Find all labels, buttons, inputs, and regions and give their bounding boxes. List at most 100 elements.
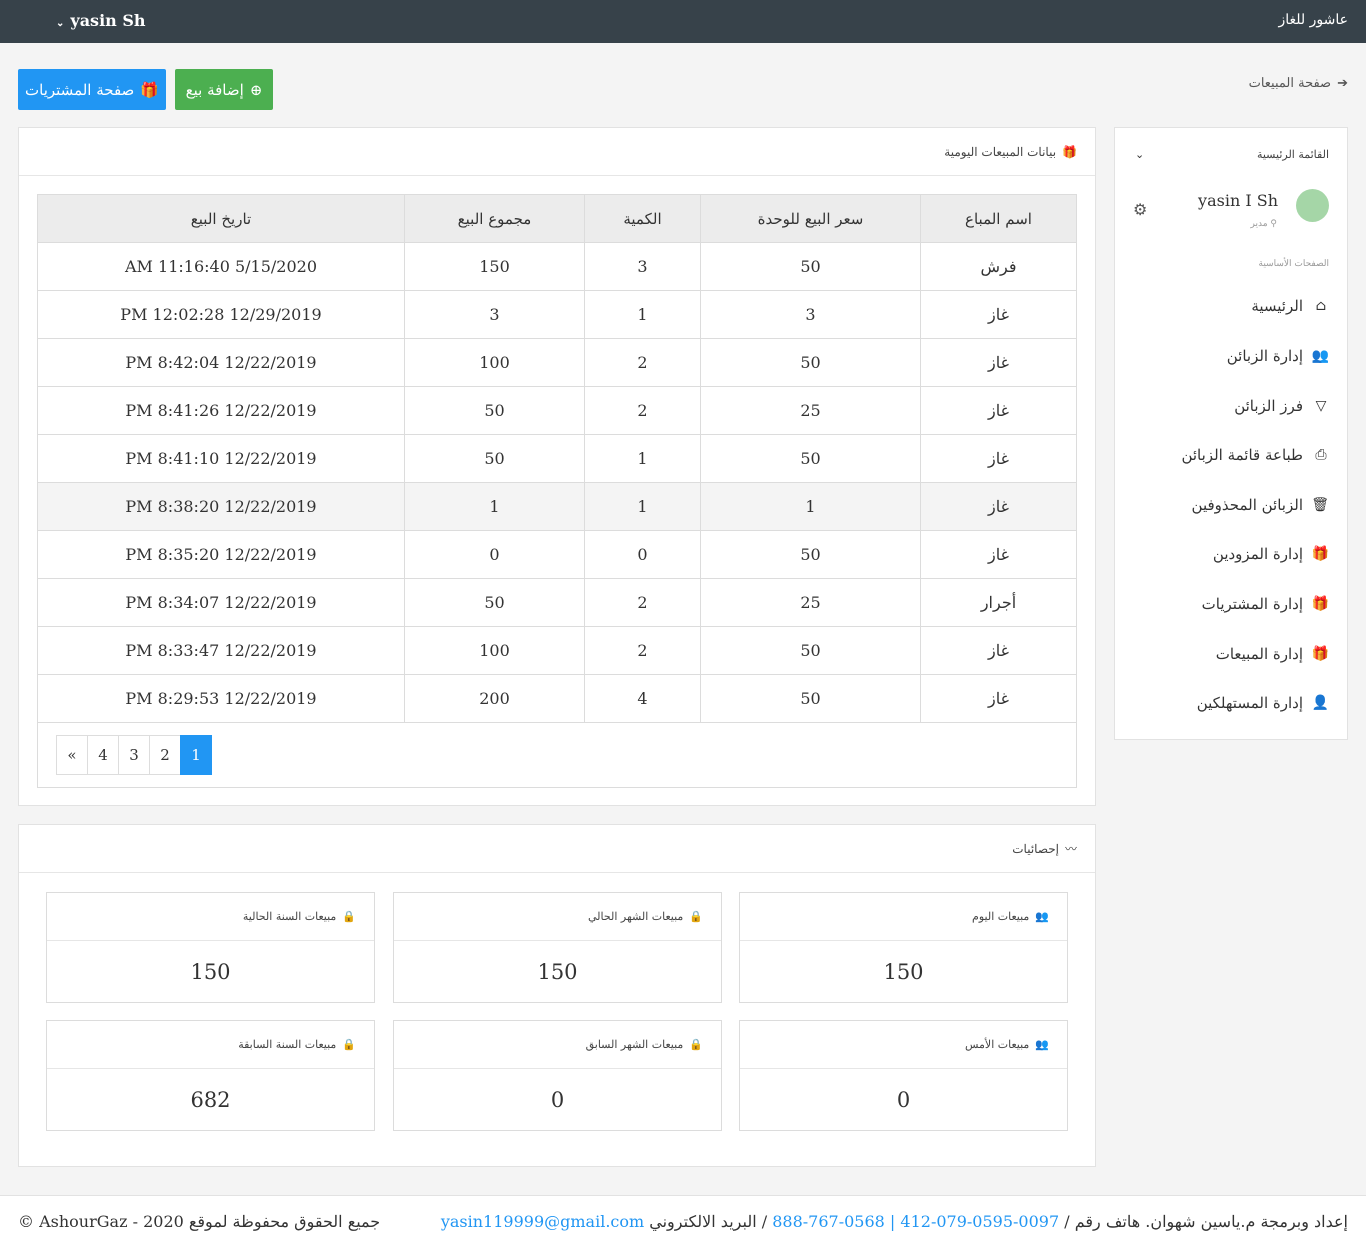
table-row: غاز 50 2 100 PM 8:42:04 12/22/2019 (37, 338, 1077, 387)
stat-card-header: 🔒 مبيعات السنة الحالية (47, 893, 374, 941)
stat-label: مبيعات الشهر الحالي (588, 910, 684, 923)
sidebar-item-home[interactable]: ⌂ الرئيسية (1129, 291, 1329, 321)
chevron-down-icon[interactable]: ⌄ (1135, 148, 1144, 161)
table-cell: 50 (700, 674, 921, 723)
pager-page-4[interactable]: 4 (87, 735, 119, 775)
table-cell: 4 (584, 674, 701, 723)
sales-table: اسم المباع سعر البيع للوحدة الكمية مجموع… (37, 194, 1077, 723)
table-cell: 1 (584, 290, 701, 339)
pager-page-1[interactable]: 1 (180, 735, 212, 775)
table-cell: غاز (920, 530, 1077, 579)
table-cell: 2 (584, 578, 701, 627)
pager-page-3[interactable]: 3 (118, 735, 150, 775)
sidebar-item-label: الزبائن المحذوفين (1191, 496, 1303, 514)
sidebar-item-purchases[interactable]: 🎁 إدارة المشتريات (1129, 589, 1329, 619)
stat-card-previous-year: 🔒 مبيعات السنة السابقة 682 (46, 1020, 375, 1131)
gift-icon: 🎁 (1311, 546, 1329, 562)
table-cell: 50 (700, 530, 921, 579)
table-cell: 150 (404, 242, 585, 291)
gear-icon[interactable]: ⚙ (1133, 200, 1147, 219)
stat-value: 682 (190, 1088, 231, 1112)
sidebar-user-name: yasin I Sh (1198, 191, 1278, 210)
user-icon: 👤 (1311, 695, 1329, 711)
table-cell: PM 8:41:26 12/22/2019 (37, 386, 405, 435)
stat-value: 0 (896, 1088, 911, 1112)
users-icon: 👥 (1311, 348, 1329, 364)
table-cell: 50 (700, 242, 921, 291)
stat-card-header: 👥 مبيعات اليوم (740, 893, 1067, 941)
top-bar: عاشور للغاز ⌄ yasin Sh (0, 0, 1366, 43)
column-header[interactable]: تاريخ البيع (37, 194, 405, 243)
pager-page-2[interactable]: 2 (149, 735, 181, 775)
table-cell: 200 (404, 674, 585, 723)
print-icon: ⎙ (1315, 447, 1327, 463)
table-row: فرش 50 3 150 AM 11:16:40 5/15/2020 (37, 242, 1077, 291)
home-icon: ⌂ (1315, 298, 1327, 314)
table-cell: 3 (404, 290, 585, 339)
purchases-page-button[interactable]: 🎁 صفحة المشتريات (18, 69, 166, 110)
table-cell: 2 (584, 338, 701, 387)
sidebar-item-label: إدارة المستهلكين (1196, 694, 1303, 712)
brand-title: عاشور للغاز (1278, 12, 1348, 28)
gift-icon: 🎁 (1062, 144, 1077, 159)
table-cell: 0 (584, 530, 701, 579)
table-row: غاز 3 1 3 PM 12:02:28 12/29/2019 (37, 290, 1077, 339)
table-cell: 50 (404, 386, 585, 435)
pager-prev[interactable]: « (56, 735, 88, 775)
table-cell: 25 (700, 578, 921, 627)
sidebar-item-sort-customers[interactable]: ▽ فرز الزبائن (1129, 391, 1329, 421)
email-link[interactable]: yasin119999@gmail.com (441, 1212, 644, 1231)
table-cell: غاز (920, 434, 1077, 483)
role-text: مدير (1250, 219, 1268, 229)
user-name: yasin Sh (70, 11, 146, 30)
sidebar-item-label: فرز الزبائن (1234, 397, 1303, 415)
sidebar-item-label: إدارة المبيعات (1215, 645, 1303, 663)
sidebar-item-label: إدارة المزودين (1212, 545, 1303, 563)
column-header[interactable]: اسم المباع (920, 194, 1077, 243)
stat-card-header: 👥 مبيعات الأمس (740, 1021, 1067, 1069)
table-cell: غاز (920, 386, 1077, 435)
pagination: « 4 3 2 1 (56, 735, 212, 775)
table-cell: أجرار (920, 578, 1077, 627)
column-header[interactable]: مجموع البيع (404, 194, 585, 243)
sidebar-item-customers[interactable]: 👥 إدارة الزبائن (1129, 341, 1329, 371)
footer: إعداد وبرمجة م.ياسين شهوان. هاتف رقم / 0… (0, 1195, 1366, 1248)
user-menu[interactable]: ⌄ yasin Sh (56, 11, 146, 30)
lock-icon: 🔒 (689, 1038, 703, 1051)
column-header[interactable]: الكمية (584, 194, 701, 243)
column-header[interactable]: سعر البيع للوحدة (700, 194, 921, 243)
panel-header: 🎁 بيانات المبيعات اليومية (19, 128, 1095, 176)
table-cell: 1 (584, 434, 701, 483)
table-cell: PM 8:34:07 12/22/2019 (37, 578, 405, 627)
sidebar-item-consumers[interactable]: 👤 إدارة المستهلكين (1129, 688, 1329, 718)
sidebar-item-suppliers[interactable]: 🎁 إدارة المزودين (1129, 539, 1329, 569)
table-cell: غاز (920, 482, 1077, 531)
add-sale-button[interactable]: ⊕ إضافة بيع (175, 69, 273, 110)
sales-page-link[interactable]: ➔ صفحة المبيعات (1249, 76, 1348, 91)
table-row: غاز 50 1 50 PM 8:41:10 12/22/2019 (37, 434, 1077, 483)
phone-numbers: 0097-0595-079-412 | 0568-767-888 (772, 1212, 1060, 1231)
table-cell: 0 (404, 530, 585, 579)
table-row: غاز 1 1 1 PM 8:38:20 12/22/2019 (37, 482, 1077, 531)
table-cell: فرش (920, 242, 1077, 291)
stat-label: مبيعات اليوم (972, 910, 1030, 923)
table-cell: 50 (700, 338, 921, 387)
table-row: أجرار 25 2 50 PM 8:34:07 12/22/2019 (37, 578, 1077, 627)
purchases-button-label: صفحة المشتريات (25, 80, 135, 99)
panel-title: بيانات المبيعات اليومية (944, 144, 1057, 159)
table-cell: AM 11:16:40 5/15/2020 (37, 242, 405, 291)
gift-icon: 🎁 (140, 80, 159, 99)
sidebar-item-print-customers[interactable]: ⎙ طباعة قائمة الزبائن (1129, 440, 1329, 470)
sidebar-item-sales[interactable]: 🎁 إدارة المبيعات (1129, 639, 1329, 669)
lock-icon: 🔒 (689, 910, 703, 923)
stat-card-header: 🔒 مبيعات الشهر الحالي (394, 893, 721, 941)
stat-card-current-year: 🔒 مبيعات السنة الحالية 150 (46, 892, 375, 1003)
sidebar-item-deleted-customers[interactable]: 🗑 الزبائن المحذوفين (1129, 490, 1329, 520)
sidebar-item-label: إدارة المشتريات (1201, 595, 1303, 613)
table-cell: 100 (404, 338, 585, 387)
table-cell: 50 (404, 578, 585, 627)
table-cell: غاز (920, 674, 1077, 723)
avatar (1296, 189, 1329, 222)
chart-icon: 〰 (1064, 842, 1077, 856)
stat-card-header: 🔒 مبيعات الشهر السابق (394, 1021, 721, 1069)
